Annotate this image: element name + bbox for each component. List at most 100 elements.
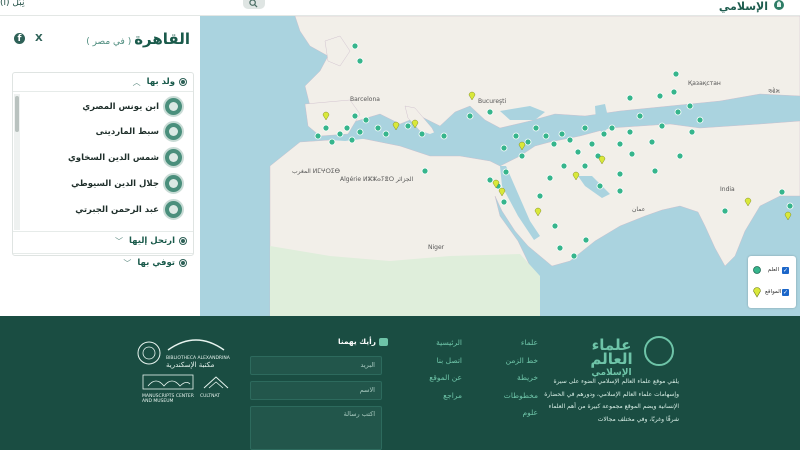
section-died: ﹀ توفي بها — [13, 253, 193, 272]
avatar — [163, 96, 184, 117]
person-name: ابن يونس المصري — [82, 101, 159, 112]
legend-row-scholars[interactable]: العلم ✓ — [752, 265, 789, 275]
section-died-label: توفي بها — [137, 258, 175, 268]
social-links: f X — [14, 33, 43, 44]
footer-links-col1: علماء خط الزمن خريطة مخطوطات علوم — [500, 338, 538, 426]
scholars-list-box: ︿ ولد بها ابن يونس المصري سبط الماردينى … — [12, 72, 194, 268]
site-logo-text: الإسلامي — [718, 0, 768, 13]
avatar — [163, 147, 184, 168]
list-item[interactable]: سبط الماردينى — [96, 121, 184, 142]
chevron-up-icon: ︿ — [132, 77, 141, 87]
cultnat-text: CULTNAT — [200, 394, 220, 399]
list-item[interactable]: عبد الرحمن الجبرتي — [75, 199, 184, 220]
people-list: ابن يونس المصري سبط الماردينى شمس الدين … — [14, 94, 194, 230]
footer-link-about[interactable]: عن الموقع — [420, 373, 462, 391]
map-label: Algérie ⵍⵣⵣⴰⵢⴻⵔ الجزائر — [340, 176, 414, 183]
section-traveled: ﹀ ارتحل إليها — [13, 231, 193, 250]
map-label: Bucureşti — [478, 98, 507, 105]
legend-sites-label: المواقع — [765, 289, 782, 295]
map-label: عمان — [632, 206, 646, 213]
footer-link-scholars[interactable]: علماء — [500, 338, 538, 356]
scholar-marker-icon — [753, 266, 761, 274]
city-name: القاهرة — [134, 30, 190, 48]
section-traveled-header[interactable]: ﹀ ارتحل إليها — [13, 232, 193, 250]
map-legend: العلم ✓ المواقع ✓ — [748, 256, 796, 308]
divider — [13, 91, 193, 92]
footer-link-references[interactable]: مراجع — [420, 391, 462, 409]
search-icon — [249, 0, 258, 8]
footer-link-manuscripts[interactable]: مخطوطات — [500, 391, 538, 409]
legend-scholars-label: العلم — [767, 267, 779, 273]
map-label: Niger — [428, 244, 445, 251]
cultnat-emblem-icon — [203, 376, 229, 389]
partner-logos — [136, 340, 162, 370]
scrollbar-thumb[interactable] — [15, 96, 19, 132]
checkbox-sites[interactable]: ✓ — [782, 288, 789, 296]
chat-icon — [378, 337, 388, 346]
person-name: سبط الماردينى — [95, 126, 159, 137]
footer-logo-emblem-icon — [644, 336, 674, 366]
logo-emblem-icon — [774, 0, 784, 10]
message-field[interactable]: اكتب رسالة — [250, 406, 382, 450]
avatar — [163, 121, 184, 142]
chevron-down-icon: ﹀ — [123, 258, 132, 268]
map-label: India — [720, 186, 735, 193]
footer-link-sciences[interactable]: علوم — [500, 408, 538, 426]
manuscripts-emblem-icon — [142, 374, 194, 390]
radio-traveled[interactable] — [179, 237, 187, 245]
footer-about: يلقي موقع علماء العالم الإسلامي الضوء عل… — [544, 378, 679, 423]
footer-logo: علماء العالم الإسلامي — [584, 338, 639, 380]
list-item[interactable]: جلال الدين السيوطي — [71, 173, 184, 194]
footer-link-contact[interactable]: اتصل بنا — [420, 356, 462, 374]
page-root: (آ) نِبُلِّ الإسلامي f X القاهرة( في مصر… — [0, 0, 800, 450]
person-name: جلال الدين السيوطي — [71, 178, 159, 189]
person-name: شمس الدين السخاوي — [68, 152, 159, 163]
footer-link-home[interactable]: الرئيسية — [420, 338, 462, 356]
manuscripts-logo[interactable]: MANUSCRIPTS CENTER AND MUSEUM — [142, 374, 198, 404]
top-header: (آ) نِبُلِّ الإسلامي — [0, 0, 800, 16]
chevron-down-icon: ﹀ — [114, 236, 123, 246]
legend-row-sites[interactable]: المواقع ✓ — [752, 286, 789, 298]
map-label: ઓમ — [768, 88, 780, 95]
section-born-label: ولد بها — [146, 77, 175, 87]
footer-logo-title: علماء العالم — [590, 336, 633, 368]
radio-died[interactable] — [179, 259, 187, 267]
avatar — [163, 199, 184, 220]
city-country: ( في مصر ) — [86, 37, 132, 47]
section-traveled-label: ارتحل إليها — [128, 236, 175, 246]
footer-link-map[interactable]: خريطة — [500, 373, 538, 391]
bibalex-text-ar: مكتبة الإسكندرية — [166, 361, 215, 369]
search-field[interactable]: (آ) نِبُلِّ — [0, 0, 240, 8]
map-canvas — [269, 16, 800, 316]
email-field[interactable]: البريد — [250, 356, 382, 375]
footer-link-timeline[interactable]: خط الزمن — [500, 356, 538, 374]
person-name: عبد الرحمن الجبرتي — [75, 204, 159, 215]
section-died-header[interactable]: ﹀ توفي بها — [13, 254, 193, 272]
cultnat-logo[interactable]: CULTNAT — [200, 374, 236, 399]
footer: علماء العالم الإسلامي يلقي موقع علماء ال… — [0, 316, 800, 450]
name-field[interactable]: الاسم — [250, 381, 382, 400]
facebook-icon[interactable]: f — [14, 33, 25, 44]
feedback-heading: رأيك يهمنا — [338, 337, 388, 346]
map-label: Barcelona — [350, 96, 380, 103]
avatar — [163, 173, 184, 194]
site-pin-icon — [753, 287, 761, 298]
site-logo[interactable]: الإسلامي — [719, 0, 786, 12]
bibalex-logo[interactable]: BIBLIOTHECA ALEXANDRINA مكتبة الإسكندرية — [166, 336, 236, 369]
list-scrollbar[interactable] — [14, 94, 20, 230]
map-label: Қазақстан — [688, 80, 721, 87]
world-map[interactable]: Barcelona Algérie ⵍⵣⵣⴰⵢⴻⵔ الجزائر المغرب… — [200, 16, 800, 316]
feedback-label: رأيك يهمنا — [338, 337, 376, 346]
checkbox-scholars[interactable]: ✓ — [782, 266, 789, 274]
list-item[interactable]: ابن يونس المصري — [82, 96, 184, 117]
city-panel: f X القاهرة( في مصر ) ︿ ولد بها ابن يونس… — [0, 16, 200, 316]
list-item[interactable]: شمس الدين السخاوي — [68, 147, 184, 168]
search-button[interactable] — [243, 0, 265, 9]
city-title: القاهرة( في مصر ) — [86, 30, 190, 48]
footer-links-col2: الرئيسية اتصل بنا عن الموقع مراجع — [420, 338, 462, 408]
seal-icon — [137, 341, 161, 365]
x-twitter-icon[interactable]: X — [35, 33, 43, 44]
radio-born[interactable] — [179, 78, 187, 86]
section-born-header[interactable]: ︿ ولد بها — [13, 73, 193, 91]
map-label: المغرب ⵍⵎⵖⵔⵉⴱ — [292, 168, 340, 175]
